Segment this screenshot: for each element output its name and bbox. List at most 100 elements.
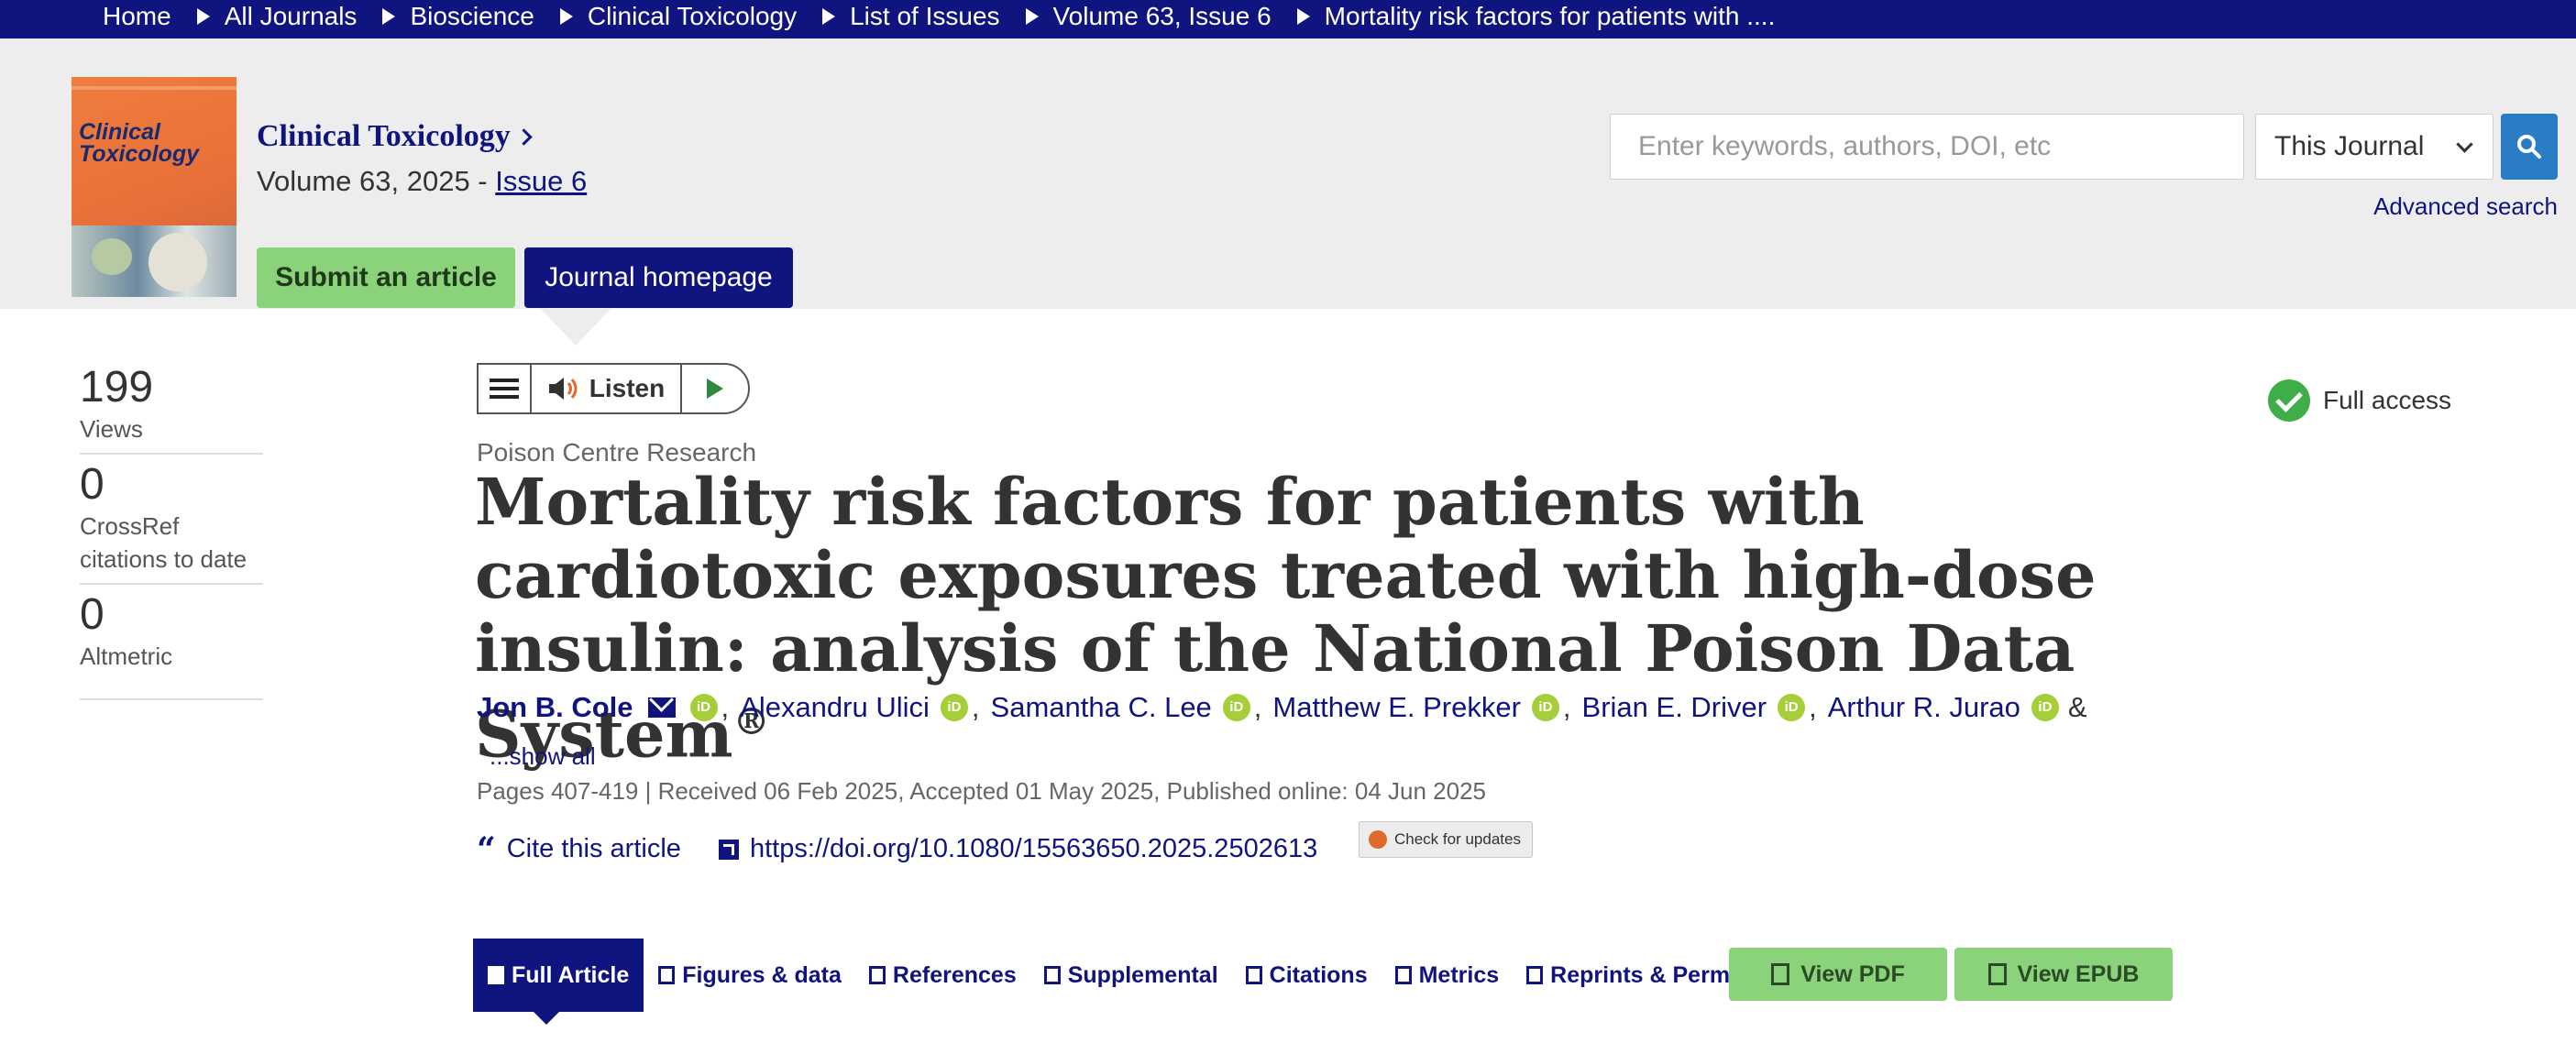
play-icon [707,379,723,399]
volume-text: Volume 63, 2025 - [257,165,488,197]
advanced-search-link[interactable]: Advanced search [2373,192,2558,221]
author-link[interactable]: Matthew E. Prekker [1272,691,1520,724]
tab-label: Citations [1269,961,1368,988]
metric-crossref-citations[interactable]: 0 CrossRef citations to date [80,460,263,585]
orcid-icon[interactable]: iD [940,694,968,721]
header-pointer [541,309,611,346]
breadcrumb-home[interactable]: Home [103,2,171,31]
breadcrumb-separator-icon [382,8,396,25]
author-list: Jon B. Cole iD, Alexandru Ulici iD, Sama… [477,691,2087,724]
epub-icon [1987,963,2007,985]
breadcrumb-separator-icon [559,8,573,25]
tab-metrics[interactable]: Metrics [1394,961,1500,989]
journal-homepage-button[interactable]: Journal homepage [524,247,793,308]
article-title-text: Mortality risk factors for patients with… [475,464,2097,773]
issue-link[interactable]: Issue 6 [495,165,587,197]
search-input[interactable]: Enter keywords, authors, DOI, etc [1610,114,2244,180]
author-link[interactable]: Samantha C. Lee [991,691,1212,724]
listen-button[interactable]: Listen [532,365,682,412]
view-epub-button[interactable]: View EPUB [1954,948,2173,1001]
metric-value: 0 [80,460,105,509]
tab-references[interactable]: References [868,962,1017,989]
book-icon [868,966,886,984]
view-epub-label: View EPUB [2017,961,2140,987]
cite-article-link[interactable]: “ Cite this article [477,833,681,866]
tab-full-article[interactable]: Full Article [473,939,644,1025]
breadcrumb-all-journals[interactable]: All Journals [225,2,358,31]
doi-link[interactable]: https://doi.org/10.1080/15563650.2025.25… [719,834,1317,864]
bar-chart-icon [1394,966,1412,984]
tab-citations[interactable]: Citations [1245,961,1368,989]
breadcrumb-bioscience[interactable]: Bioscience [410,2,534,31]
metric-views[interactable]: 199 Views [80,363,263,455]
access-label: Full access [2323,386,2452,414]
separator: , [1809,691,1817,723]
view-pdf-button[interactable]: View PDF [1729,948,1947,1001]
search-button[interactable] [2501,114,2558,180]
check-icon [2268,379,2310,422]
metric-altmetric[interactable]: 0 Altmetric [80,590,263,700]
separator: , [971,691,980,723]
breadcrumb-separator-icon [1025,8,1039,25]
tab-label: Metrics [1418,961,1500,988]
breadcrumb-issue[interactable]: Volume 63, Issue 6 [1053,2,1271,31]
article-title: Mortality risk factors for patients with… [475,464,2116,773]
publication-info: Pages 407-419 | Received 06 Feb 2025, Ac… [477,777,1486,805]
cite-label: Cite this article [506,834,681,863]
chevron-right-icon [515,128,533,146]
author-link[interactable]: Brian E. Driver [1582,691,1767,724]
journal-name-link[interactable]: Clinical Toxicology [257,119,533,154]
authors-more: & [2067,691,2087,723]
cover-decoration [72,86,237,90]
email-icon[interactable] [647,697,676,718]
cover-title: Clinical Toxicology [79,119,200,167]
tab-figures-data[interactable]: Figures & data [658,962,842,989]
document-icon [488,966,504,984]
breadcrumb-separator-icon [822,8,836,25]
plus-square-icon [1043,966,1061,984]
top-breadcrumb-bar: Home All Journals Bioscience Clinical To… [0,0,2576,38]
submit-article-button[interactable]: Submit an article [257,247,515,308]
check-for-updates-button[interactable]: Check for updates [1359,821,1533,858]
tab-label: Figures & data [682,961,842,988]
article-tabs: Full Article Figures & data References S… [473,939,1836,1025]
author-link[interactable]: Arthur R. Jurao [1828,691,2020,724]
orcid-icon[interactable]: iD [2031,694,2059,721]
metric-value: 0 [80,590,105,639]
cover-decoration [149,233,207,291]
author-link[interactable]: Alexandru Ulici [740,691,930,724]
speaker-icon [548,378,578,400]
tab-supplemental[interactable]: Supplemental [1043,961,1218,989]
search-scope-select[interactable]: This Journal [2255,114,2493,180]
orcid-icon[interactable]: iD [1531,694,1559,721]
metric-label: Altmetric [80,642,173,670]
breadcrumb-current-article: Mortality risk factors for patients with… [1324,2,1776,30]
separator: , [1253,691,1262,723]
journal-header: Clinical Toxicology Clinical Toxicology … [0,38,2576,309]
show-all-authors-link[interactable]: ...show all [490,742,596,771]
search-icon [2517,135,2541,159]
separator: , [1562,691,1571,723]
volume-info: Volume 63, 2025 - Issue 6 [257,165,587,198]
breadcrumb-journal[interactable]: Clinical Toxicology [588,2,797,31]
listen-widget: Listen [477,363,750,414]
image-icon [658,966,676,984]
search-scope-value: This Journal [2274,131,2425,161]
listen-menu-button[interactable] [479,365,532,412]
menu-icon [490,379,519,399]
breadcrumb-list-of-issues[interactable]: List of Issues [850,2,999,31]
tab-label: Supplemental [1067,961,1218,988]
author-link[interactable]: Jon B. Cole [477,691,633,724]
orcid-icon[interactable]: iD [1778,694,1806,721]
journal-cover-image[interactable]: Clinical Toxicology [72,77,237,297]
separator: , [721,691,730,723]
breadcrumb: Home All Journals Bioscience Clinical To… [103,0,1775,33]
cover-decoration [92,238,132,275]
breadcrumb-separator-icon [196,8,210,25]
orcid-icon[interactable]: iD [1222,694,1250,721]
tab-label: Full Article [512,961,630,988]
play-button[interactable] [682,365,748,412]
journal-name-text: Clinical Toxicology [257,119,511,153]
chevron-down-icon [2456,136,2473,153]
orcid-icon[interactable]: iD [689,694,718,721]
